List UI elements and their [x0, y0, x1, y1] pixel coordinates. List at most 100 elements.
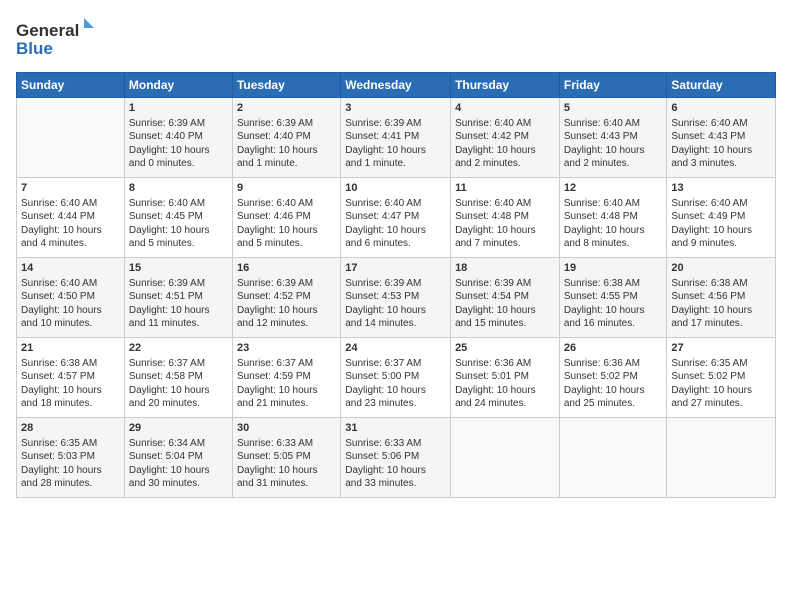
day-info: and 4 minutes. [21, 237, 120, 251]
day-cell: 11Sunrise: 6:40 AMSunset: 4:48 PMDayligh… [451, 178, 560, 258]
day-info: Sunset: 5:05 PM [237, 450, 336, 464]
day-number: 21 [21, 341, 120, 356]
day-info: Sunset: 4:52 PM [237, 290, 336, 304]
day-cell: 21Sunrise: 6:38 AMSunset: 4:57 PMDayligh… [17, 338, 125, 418]
day-number: 14 [21, 261, 120, 276]
column-header-wednesday: Wednesday [341, 73, 451, 98]
day-info: Sunset: 4:59 PM [237, 370, 336, 384]
day-info: Daylight: 10 hours [671, 144, 771, 158]
day-info: Sunset: 4:58 PM [129, 370, 228, 384]
day-number: 26 [564, 341, 663, 356]
day-info: Sunset: 4:47 PM [345, 210, 446, 224]
day-info: Sunrise: 6:33 AM [237, 437, 336, 451]
day-cell: 27Sunrise: 6:35 AMSunset: 5:02 PMDayligh… [667, 338, 776, 418]
day-cell: 8Sunrise: 6:40 AMSunset: 4:45 PMDaylight… [124, 178, 232, 258]
day-cell [667, 418, 776, 498]
day-cell: 24Sunrise: 6:37 AMSunset: 5:00 PMDayligh… [341, 338, 451, 418]
day-info: and 7 minutes. [455, 237, 555, 251]
svg-text:General: General [16, 21, 79, 40]
day-info: and 8 minutes. [564, 237, 663, 251]
day-number: 5 [564, 101, 663, 116]
day-number: 2 [237, 101, 336, 116]
day-info: Sunrise: 6:40 AM [564, 197, 663, 211]
day-info: Daylight: 10 hours [237, 224, 336, 238]
logo: GeneralBlue [16, 16, 106, 60]
day-cell: 10Sunrise: 6:40 AMSunset: 4:47 PMDayligh… [341, 178, 451, 258]
header-row: SundayMondayTuesdayWednesdayThursdayFrid… [17, 73, 776, 98]
day-info: Daylight: 10 hours [455, 384, 555, 398]
day-info: Sunrise: 6:39 AM [129, 117, 228, 131]
day-number: 6 [671, 101, 771, 116]
day-info: and 6 minutes. [345, 237, 446, 251]
day-info: Sunrise: 6:40 AM [671, 117, 771, 131]
day-cell: 22Sunrise: 6:37 AMSunset: 4:58 PMDayligh… [124, 338, 232, 418]
day-number: 30 [237, 421, 336, 436]
day-info: Sunset: 5:06 PM [345, 450, 446, 464]
day-cell: 23Sunrise: 6:37 AMSunset: 4:59 PMDayligh… [232, 338, 340, 418]
day-info: Sunrise: 6:39 AM [237, 277, 336, 291]
day-cell: 13Sunrise: 6:40 AMSunset: 4:49 PMDayligh… [667, 178, 776, 258]
day-info: and 18 minutes. [21, 397, 120, 411]
day-cell: 14Sunrise: 6:40 AMSunset: 4:50 PMDayligh… [17, 258, 125, 338]
day-info: Sunrise: 6:35 AM [671, 357, 771, 371]
day-number: 17 [345, 261, 446, 276]
day-info: Sunset: 4:54 PM [455, 290, 555, 304]
day-info: Daylight: 10 hours [129, 144, 228, 158]
week-row-1: 1Sunrise: 6:39 AMSunset: 4:40 PMDaylight… [17, 98, 776, 178]
day-info: Sunrise: 6:40 AM [564, 117, 663, 131]
day-info: Daylight: 10 hours [564, 144, 663, 158]
day-info: Sunrise: 6:38 AM [671, 277, 771, 291]
day-info: Sunrise: 6:38 AM [564, 277, 663, 291]
day-info: Sunrise: 6:40 AM [129, 197, 228, 211]
day-info: Sunrise: 6:35 AM [21, 437, 120, 451]
day-info: Sunset: 4:55 PM [564, 290, 663, 304]
day-cell: 31Sunrise: 6:33 AMSunset: 5:06 PMDayligh… [341, 418, 451, 498]
day-info: Sunset: 4:42 PM [455, 130, 555, 144]
day-cell: 15Sunrise: 6:39 AMSunset: 4:51 PMDayligh… [124, 258, 232, 338]
logo-svg: GeneralBlue [16, 16, 106, 60]
day-info: Sunset: 4:40 PM [129, 130, 228, 144]
day-info: Sunrise: 6:37 AM [345, 357, 446, 371]
column-header-thursday: Thursday [451, 73, 560, 98]
day-info: and 21 minutes. [237, 397, 336, 411]
day-info: and 3 minutes. [671, 157, 771, 171]
day-cell: 12Sunrise: 6:40 AMSunset: 4:48 PMDayligh… [559, 178, 667, 258]
week-row-5: 28Sunrise: 6:35 AMSunset: 5:03 PMDayligh… [17, 418, 776, 498]
day-number: 15 [129, 261, 228, 276]
day-cell: 7Sunrise: 6:40 AMSunset: 4:44 PMDaylight… [17, 178, 125, 258]
day-number: 24 [345, 341, 446, 356]
day-info: and 9 minutes. [671, 237, 771, 251]
day-info: Daylight: 10 hours [455, 304, 555, 318]
day-number: 25 [455, 341, 555, 356]
day-info: Daylight: 10 hours [21, 384, 120, 398]
week-row-2: 7Sunrise: 6:40 AMSunset: 4:44 PMDaylight… [17, 178, 776, 258]
day-cell: 25Sunrise: 6:36 AMSunset: 5:01 PMDayligh… [451, 338, 560, 418]
day-info: and 30 minutes. [129, 477, 228, 491]
day-info: Sunrise: 6:40 AM [671, 197, 771, 211]
day-info: Sunrise: 6:38 AM [21, 357, 120, 371]
day-number: 10 [345, 181, 446, 196]
day-info: Sunrise: 6:40 AM [21, 277, 120, 291]
day-info: Sunset: 4:56 PM [671, 290, 771, 304]
week-row-3: 14Sunrise: 6:40 AMSunset: 4:50 PMDayligh… [17, 258, 776, 338]
day-info: and 15 minutes. [455, 317, 555, 331]
day-cell: 28Sunrise: 6:35 AMSunset: 5:03 PMDayligh… [17, 418, 125, 498]
column-header-saturday: Saturday [667, 73, 776, 98]
day-info: Sunrise: 6:37 AM [129, 357, 228, 371]
day-info: Sunrise: 6:34 AM [129, 437, 228, 451]
day-info: Sunset: 4:57 PM [21, 370, 120, 384]
day-info: Sunrise: 6:39 AM [129, 277, 228, 291]
day-info: Daylight: 10 hours [237, 464, 336, 478]
column-header-monday: Monday [124, 73, 232, 98]
day-number: 20 [671, 261, 771, 276]
day-info: Sunset: 4:48 PM [564, 210, 663, 224]
day-number: 13 [671, 181, 771, 196]
day-number: 3 [345, 101, 446, 116]
day-info: and 2 minutes. [564, 157, 663, 171]
day-number: 22 [129, 341, 228, 356]
day-info: Sunrise: 6:40 AM [455, 197, 555, 211]
day-cell: 2Sunrise: 6:39 AMSunset: 4:40 PMDaylight… [232, 98, 340, 178]
day-cell: 19Sunrise: 6:38 AMSunset: 4:55 PMDayligh… [559, 258, 667, 338]
day-number: 19 [564, 261, 663, 276]
day-info: Sunset: 4:46 PM [237, 210, 336, 224]
